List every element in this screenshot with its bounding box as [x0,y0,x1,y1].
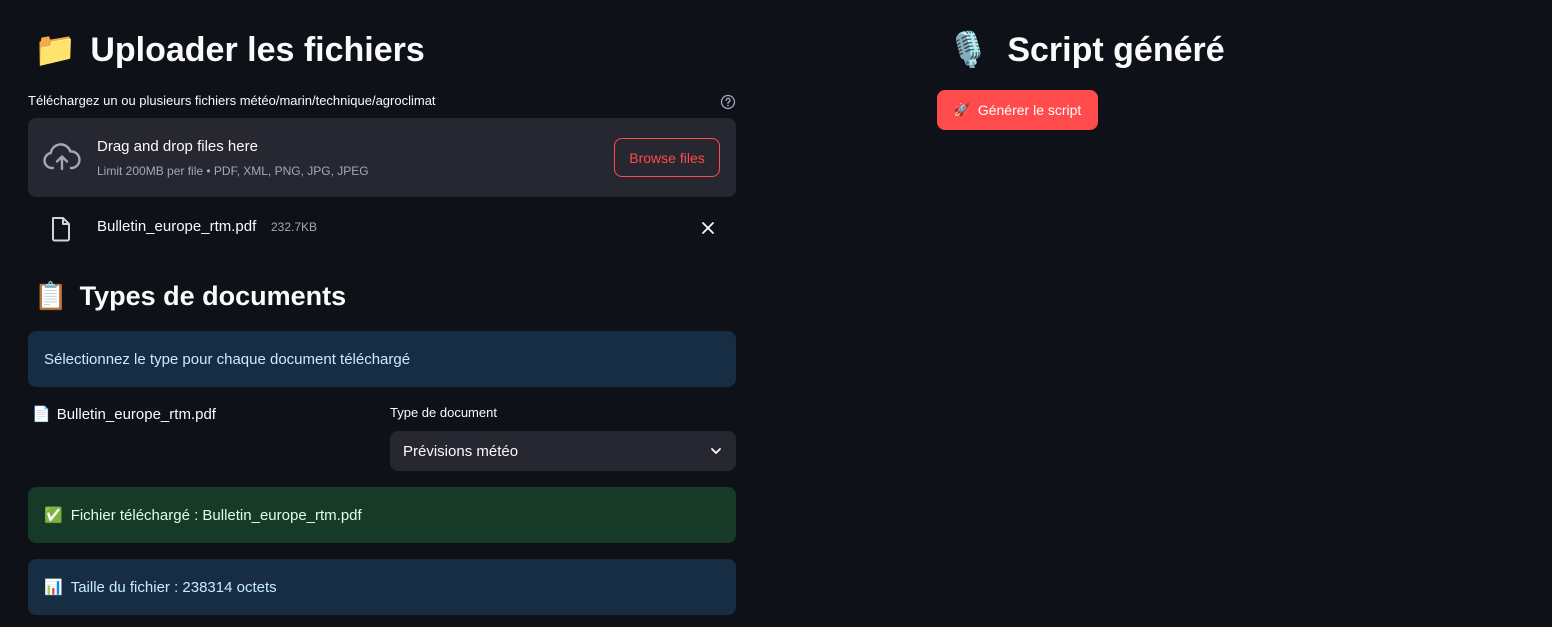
clipboard-icon: 📋 [34,281,68,311]
close-icon[interactable] [701,221,715,235]
file-dropzone[interactable]: Drag and drop files here Limit 200MB per… [28,118,736,197]
check-icon: ✅ [44,507,63,524]
document-name-text: Bulletin_europe_rtm.pdf [56,405,216,423]
uploader-label: Téléchargez un ou plusieurs fichiers mét… [28,93,436,108]
uploaded-file-row: Bulletin_europe_rtm.pdf 232.7KB [28,208,736,248]
generate-script-button[interactable]: 🚀 Générer le script [937,90,1098,130]
bar-chart-icon: 📊 [44,579,63,596]
generate-script-label: Générer le script [977,102,1082,118]
upload-heading: 📁 Uploader les fichiers [34,30,425,70]
document-type-value: Prévisions météo [403,442,519,460]
info-alert-text: Sélectionnez le type pour chaque documen… [44,350,411,368]
script-heading: 🎙️ Script généré [947,30,1225,70]
file-size-alert: 📊 Taille du fichier : 238314 octets [28,559,736,615]
cloud-upload-icon [43,143,81,171]
document-name: 📄 Bulletin_europe_rtm.pdf [32,405,216,424]
browse-files-button[interactable]: Browse files [614,138,720,177]
dropzone-subtitle: Limit 200MB per file • PDF, XML, PNG, JP… [97,164,369,178]
help-circle-icon[interactable] [720,94,736,110]
file-size-alert-text: Taille du fichier : 238314 octets [70,578,277,596]
file-icon [52,217,70,242]
folder-icon: 📁 [34,31,77,69]
microphone-icon: 🎙️ [947,31,990,69]
chevron-down-icon [711,448,721,454]
success-alert: ✅ Fichier téléchargé : Bulletin_europe_r… [28,487,736,543]
document-type-select[interactable]: Prévisions météo [390,431,736,471]
info-alert: Sélectionnez le type pour chaque documen… [28,331,736,387]
page-icon: 📄 [32,406,51,423]
uploaded-file-name: Bulletin_europe_rtm.pdf [97,218,257,235]
types-heading-text: Types de documents [79,280,347,311]
rocket-icon: 🚀 [953,102,970,117]
types-heading: 📋 Types de documents [34,280,346,312]
script-heading-text: Script généré [1007,30,1225,69]
document-type-label: Type de document [390,405,497,420]
upload-heading-text: Uploader les fichiers [90,30,425,69]
dropzone-title: Drag and drop files here [97,138,258,155]
uploaded-file-size: 232.7KB [271,220,318,234]
success-alert-text: Fichier téléchargé : Bulletin_europe_rtm… [70,506,362,524]
